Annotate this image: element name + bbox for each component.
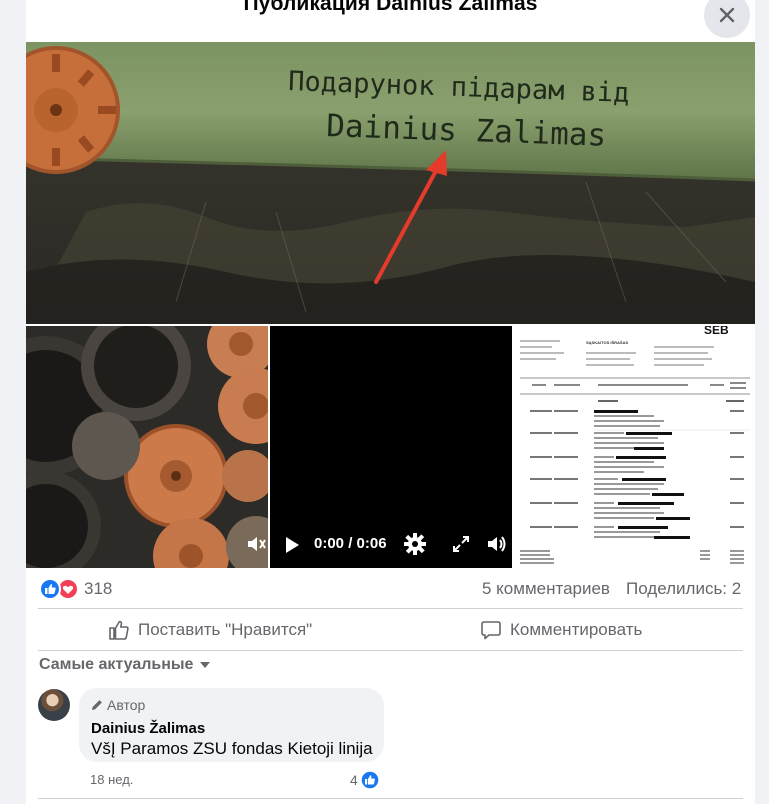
chevron-down-icon — [200, 662, 211, 668]
like-button[interactable]: Поставить "Нравится" — [108, 614, 312, 646]
comment-icon — [481, 621, 501, 640]
avatar[interactable] — [38, 689, 70, 721]
post-stats: 318 5 комментариев Поделились: 2 — [26, 572, 755, 606]
comment-sort-dropdown[interactable]: Самые актуальные — [39, 656, 211, 674]
main-photo-image: Подарунок підарам від Dainius Zalimas — [26, 42, 755, 324]
play-icon[interactable] — [284, 536, 300, 554]
video-controls: 0:00 / 0:06 — [270, 526, 512, 562]
statement-bank: SEB — [704, 326, 729, 337]
post-dialog: Публикация Dainius Zalimas Подарунок під… — [26, 0, 755, 804]
comment-text: VšĮ Paramos ZSU fondas Kietoji linija — [91, 739, 373, 758]
comments-count-link[interactable]: 5 комментариев — [482, 579, 610, 599]
photo-thumbnail-statement[interactable]: SEB SĄSKAITOS IŠRAŠAS — [514, 326, 755, 568]
comment-bubble: Автор Dainius Žalimas VšĮ Paramos ZSU fo… — [79, 688, 384, 762]
photo-thumbnail-tubes[interactable] — [26, 326, 268, 568]
volume-icon[interactable] — [246, 534, 268, 554]
comment-item: Автор Dainius Žalimas VšĮ Paramos ZSU fo… — [26, 686, 755, 796]
close-button[interactable] — [704, 0, 750, 38]
tubes-image — [26, 326, 268, 568]
dialog-title: Публикация Dainius Zalimas — [243, 0, 538, 15]
reactions-icon[interactable] — [39, 578, 79, 600]
dialog-header: Публикация Dainius Zalimas — [26, 0, 755, 42]
like-icon — [360, 770, 380, 790]
divider — [38, 650, 743, 651]
divider — [38, 608, 743, 609]
pencil-icon — [92, 700, 102, 710]
statement-heading: SĄSKAITOS IŠRAŠAS — [586, 340, 628, 345]
comment-time[interactable]: 18 нед. — [90, 772, 133, 787]
post-actions: Поставить "Нравится" Комментировать — [26, 610, 755, 650]
shares-count-link[interactable]: Поделились: 2 — [626, 579, 741, 599]
fullscreen-icon[interactable] — [452, 535, 470, 553]
close-icon — [719, 7, 735, 23]
comment-button[interactable]: Комментировать — [480, 614, 642, 646]
comment-likes-count: 4 — [350, 772, 358, 788]
like-button-label: Поставить "Нравится" — [138, 620, 313, 639]
video-player[interactable]: 0:00 / 0:06 — [270, 326, 512, 568]
video-time: 0:00 / 0:06 — [314, 535, 387, 552]
sort-label: Самые актуальные — [39, 656, 194, 673]
divider — [38, 798, 743, 799]
reactions-count[interactable]: 318 — [84, 579, 112, 599]
comment-reactions[interactable]: 4 — [350, 770, 380, 790]
comment-button-label: Комментировать — [510, 620, 643, 639]
author-badge: Автор — [91, 697, 145, 713]
thumbs-up-icon — [109, 620, 129, 640]
statement-image: SEB SĄSKAITOS IŠRAŠAS — [514, 326, 755, 568]
comment-author-name[interactable]: Dainius Žalimas — [91, 720, 205, 737]
gear-icon[interactable] — [404, 533, 426, 555]
volume-icon[interactable] — [486, 534, 508, 554]
author-badge-label: Автор — [107, 697, 146, 713]
main-photo[interactable]: Подарунок підарам від Dainius Zalimas — [26, 42, 755, 324]
